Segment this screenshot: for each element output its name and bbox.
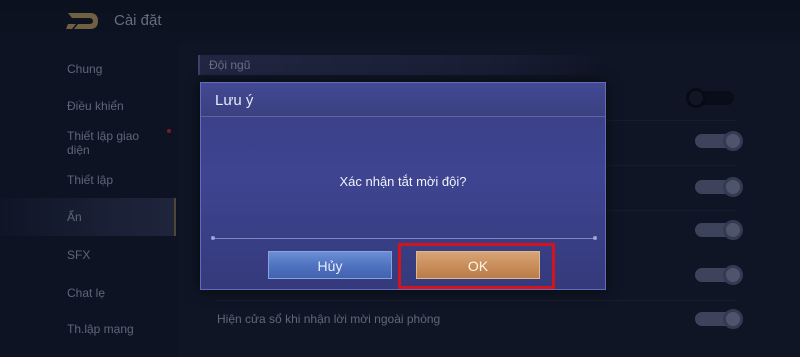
highlight-box xyxy=(398,243,555,289)
dialog-message: Xác nhận tắt mời đội? xyxy=(339,174,467,189)
dialog-divider xyxy=(211,236,597,240)
dialog-title: Lưu ý xyxy=(215,92,254,109)
dialog-header: Lưu ý xyxy=(201,83,605,117)
cancel-button[interactable]: Hủy xyxy=(268,251,392,279)
